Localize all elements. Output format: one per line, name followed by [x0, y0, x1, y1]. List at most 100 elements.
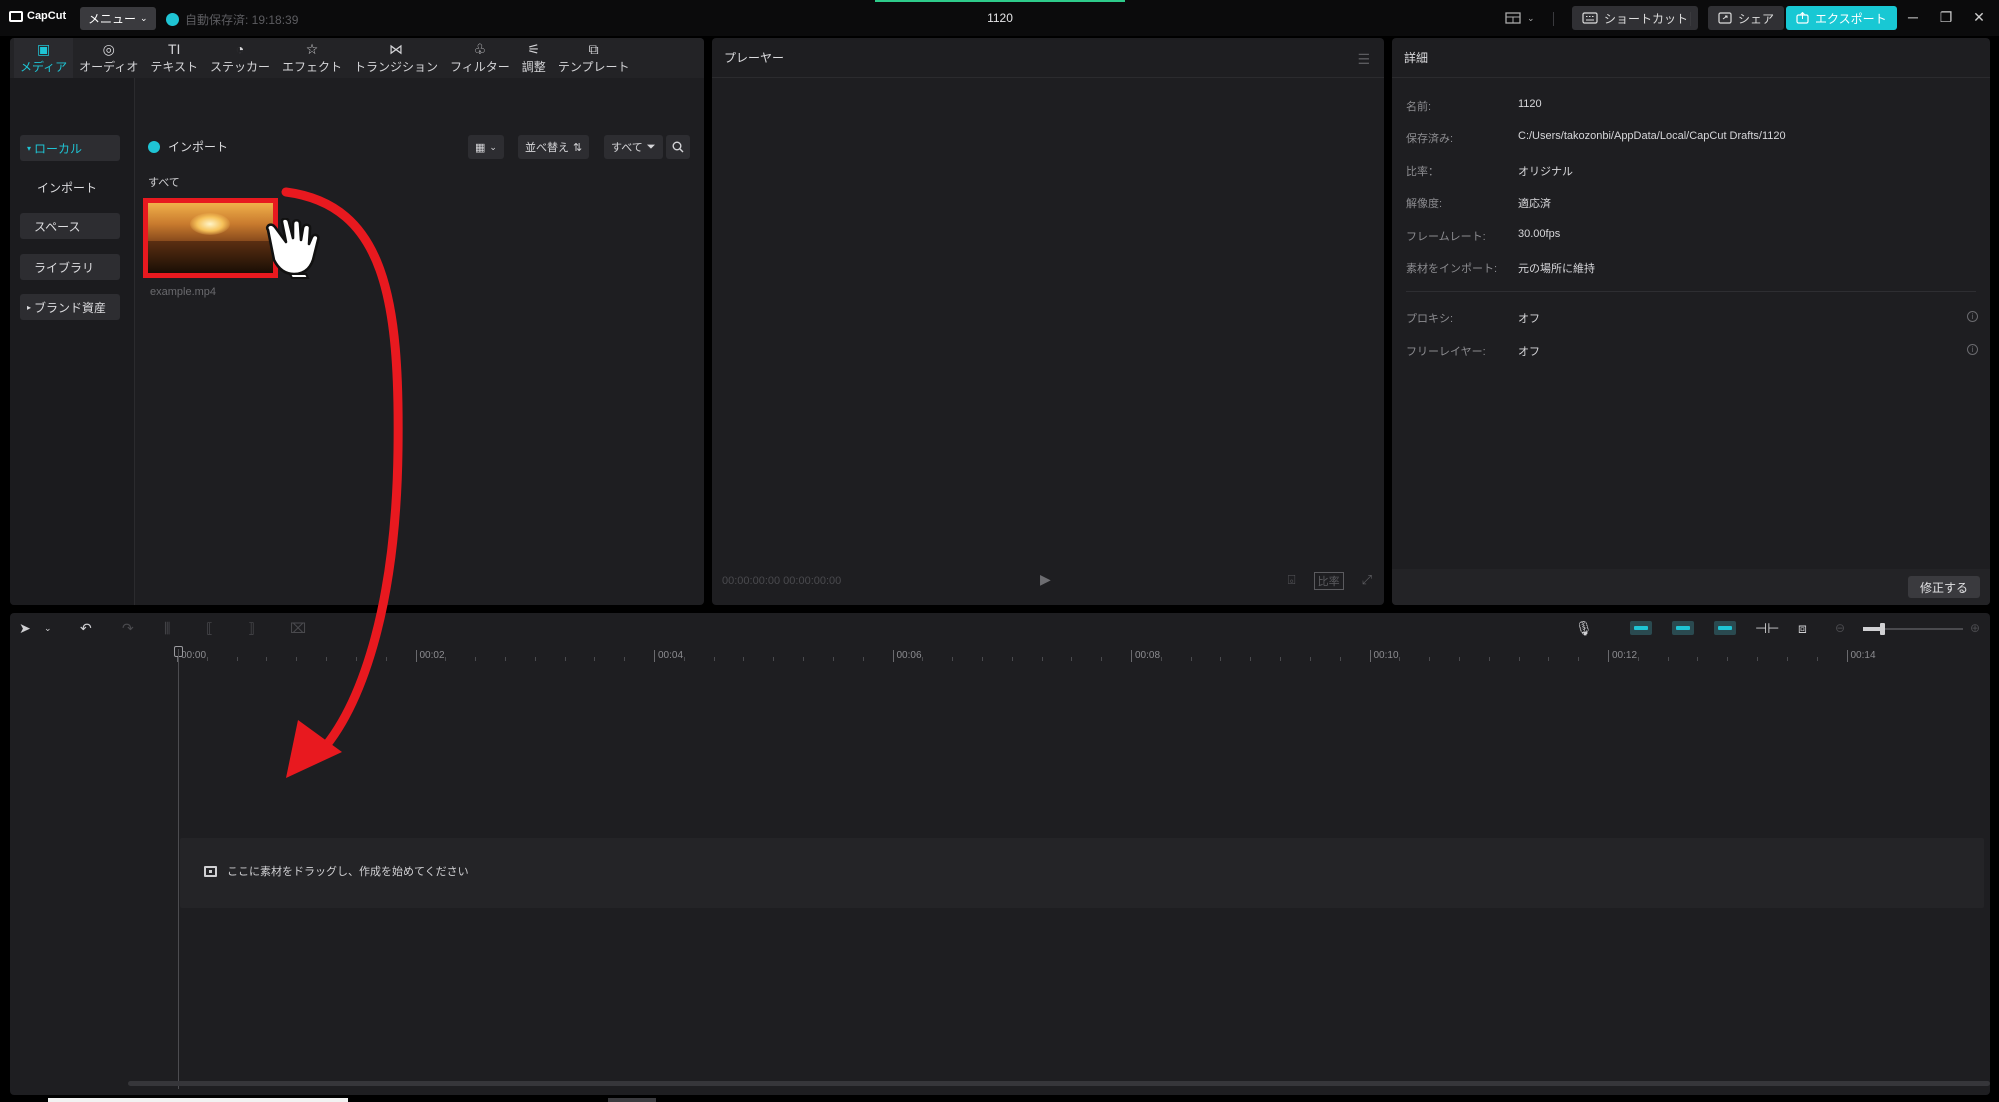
ruler-minor-tick — [1041, 657, 1043, 661]
auto-snap-icon[interactable] — [1672, 621, 1694, 635]
tab-effect[interactable]: ☆ エフェクト — [276, 38, 348, 78]
minimize-button[interactable]: ─ — [1903, 9, 1923, 25]
ruler-minor-tick — [1190, 657, 1192, 661]
bottom-edge-strip — [608, 1098, 656, 1102]
shortcut-button[interactable]: ショートカット — [1572, 6, 1699, 30]
media-file-name: example.mp4 — [150, 286, 217, 298]
tab-adjust[interactable]: ⚟ 調整 — [516, 38, 552, 78]
split-track-icon[interactable]: ⊣⊢ — [1755, 620, 1779, 637]
ruler-minor-tick — [922, 657, 924, 661]
undo-icon[interactable]: ↶ — [80, 620, 92, 637]
detail-row-saved: 保存済み: C:/Users/takozonbi/AppData/Local/C… — [1406, 130, 1786, 146]
detail-key: 保存済み: — [1406, 133, 1454, 145]
all-section-label: すべて — [148, 177, 180, 189]
sidebar-item-import[interactable]: インポート — [20, 174, 120, 200]
sidebar-item-library[interactable]: ライブラリ — [20, 254, 120, 280]
keyboard-icon — [1582, 12, 1598, 24]
tab-filter[interactable]: ♧ フィルター — [444, 38, 516, 78]
autosave-check-icon — [166, 13, 179, 26]
info-icon[interactable]: i — [1967, 344, 1978, 355]
playhead[interactable] — [178, 649, 179, 1089]
ruler-minor-tick — [355, 657, 357, 661]
ruler-minor-tick — [1786, 657, 1788, 661]
tab-transition[interactable]: ⋈ トランジション — [348, 38, 444, 78]
ruler-minor-tick — [475, 657, 477, 661]
ruler-minor-tick — [1429, 657, 1431, 661]
tab-sticker[interactable]: ◔ ステッカー — [204, 38, 276, 78]
menu-icon[interactable]: ☰ — [1357, 51, 1370, 68]
media-thumbnail[interactable] — [143, 198, 278, 278]
modify-button[interactable]: 修正する — [1907, 576, 1980, 598]
view-mode-button[interactable]: ▦ ⌄ — [468, 135, 504, 159]
sort-label: 並べ替え — [525, 142, 569, 154]
media-tab-bar: ▣ メディア ◎ オーディオ TI テキスト ◔ ステッカー ☆ エフェクト ⋈… — [10, 38, 704, 78]
timeline-toolbar: ➤ ⌄ ↶ ↷ ⫼ ⟦ ⟧ ⌧ 🎙 ⊣⊢ ⧈ ⊖ ⊕ — [10, 613, 1990, 645]
ruler-tick-label: 00:10 — [1369, 650, 1399, 662]
sidebar-item-space[interactable]: スペース — [20, 213, 120, 239]
play-button[interactable]: ▶ — [1040, 571, 1051, 588]
linkage-icon[interactable] — [1714, 621, 1736, 635]
zoom-handle[interactable] — [1880, 623, 1885, 635]
timeline-ruler[interactable]: 00:00 00:02 00:04 00:06 00:08 00:10 00:12 00:14 — [10, 645, 1990, 667]
shortcut-label: ショートカット — [1604, 11, 1689, 26]
detail-key: 解像度: — [1406, 198, 1443, 210]
close-button[interactable]: ✕ — [1969, 9, 1989, 26]
select-cursor-icon[interactable]: ➤ — [19, 620, 31, 637]
media-sidebar: ▾ ローカル インポート スペース ライブラリ ▸ ブランド資産 — [10, 78, 135, 605]
media-icon: ▣ — [36, 40, 51, 57]
timeline-scrollbar[interactable] — [128, 1081, 1990, 1086]
export-button[interactable]: エクスポート — [1786, 6, 1897, 30]
share-button[interactable]: シェア — [1708, 6, 1785, 30]
ruler-minor-tick — [1339, 657, 1341, 661]
tab-audio[interactable]: ◎ オーディオ — [73, 38, 144, 78]
media-content: インポート ▦ ⌄ 並べ替え ⇅ すべて ⏷ すべて example.mp4 — [136, 78, 704, 605]
media-panel: ▣ メディア ◎ オーディオ TI テキスト ◔ ステッカー ☆ エフェクト ⋈… — [10, 38, 704, 605]
adjust-icon: ⚟ — [527, 40, 541, 57]
microphone-icon[interactable]: 🎙 — [1575, 620, 1593, 637]
bottom-edge-strip — [48, 1098, 348, 1102]
zoom-in-icon[interactable]: ⊕ — [1970, 621, 1980, 635]
sort-button[interactable]: 並べ替え ⇅ — [518, 135, 590, 159]
ratio-button[interactable]: 比率 — [1313, 572, 1344, 590]
restore-button[interactable]: ❐ — [1936, 9, 1956, 26]
preview-axis-icon[interactable]: ⧈ — [1798, 620, 1807, 637]
ruler-minor-tick — [862, 657, 864, 661]
capcut-logo: CapCut — [9, 10, 66, 22]
tab-media[interactable]: ▣ メディア — [14, 38, 74, 78]
info-icon[interactable]: i — [1967, 311, 1978, 322]
hand-cursor-icon — [265, 218, 320, 279]
tab-template[interactable]: ⧉ テンプレート — [552, 38, 636, 78]
layout-switch-button[interactable]: ⌄ — [1505, 6, 1535, 30]
import-button[interactable]: インポート — [148, 138, 228, 155]
ruler-minor-tick — [981, 657, 983, 661]
title-bar: CapCut メニュー ⌄ 自動保存済: 19:18:39 1120 ⌄ ショー… — [0, 0, 1999, 36]
tab-label: エフェクト — [282, 59, 343, 74]
player-timecode: 00:00:00:00 00:00:00:00 — [722, 575, 842, 587]
ruler-minor-tick — [1101, 657, 1103, 661]
chevron-down-icon: ⌄ — [1527, 12, 1535, 23]
sidebar-item-local[interactable]: ▾ ローカル — [20, 135, 120, 161]
sidebar-item-brand-assets[interactable]: ▸ ブランド資産 — [20, 294, 120, 320]
grid-icon: ▦ — [475, 141, 486, 154]
detail-value: オリジナル — [1518, 166, 1573, 178]
search-icon — [672, 141, 684, 153]
menu-button[interactable]: メニュー ⌄ — [80, 7, 156, 30]
search-button[interactable] — [666, 135, 690, 159]
ruler-minor-tick — [385, 657, 387, 661]
snapshot-icon[interactable]: ⌻ — [1288, 572, 1296, 590]
ruler-minor-tick — [1458, 657, 1460, 661]
tab-text[interactable]: TI テキスト — [144, 38, 204, 78]
capcut-logo-icon — [9, 10, 23, 22]
tab-label: オーディオ — [79, 59, 139, 74]
chevron-down-icon[interactable]: ⌄ — [44, 623, 52, 634]
trim-left-icon: ⟦ — [206, 620, 213, 636]
ruler-minor-tick — [1399, 657, 1401, 661]
ruler-tick-label: 00:12 — [1608, 650, 1637, 662]
main-track-magnet-icon[interactable] — [1630, 621, 1652, 635]
ruler-tick-label: 00:04 — [654, 650, 683, 662]
fullscreen-icon[interactable]: ⤢ — [1362, 572, 1372, 590]
zoom-out-icon[interactable]: ⊖ — [1835, 621, 1845, 635]
ruler-minor-tick — [1697, 657, 1699, 661]
filter-button[interactable]: すべて ⏷ — [604, 135, 663, 159]
ruler-minor-tick — [683, 657, 685, 661]
